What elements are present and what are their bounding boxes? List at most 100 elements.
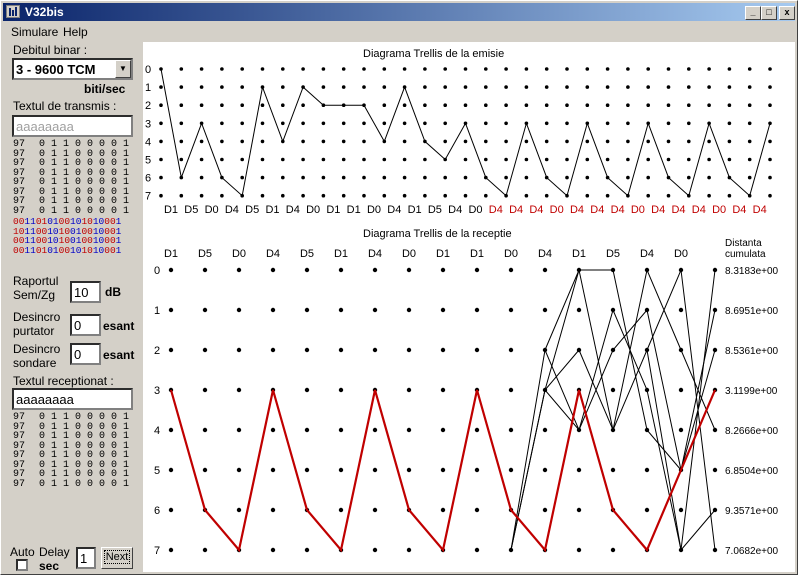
rx-trellis-node	[270, 547, 276, 553]
rx-trellis-node	[440, 347, 446, 353]
tx-trellis-node	[687, 139, 691, 144]
rx-trellis-node	[270, 467, 276, 473]
tx-symbol-label: D4	[570, 204, 584, 216]
tx-symbol-label: D1	[408, 204, 422, 216]
next-button[interactable]: Next	[101, 547, 133, 569]
menu-simulare[interactable]: Simulare	[11, 25, 58, 39]
tx-trellis-node	[524, 175, 529, 180]
rx-trellis-node	[236, 347, 242, 353]
minimize-button[interactable]: _	[745, 6, 761, 20]
rx-trellis-node	[474, 427, 480, 433]
tx-trellis-node	[321, 121, 326, 126]
tx-trellis-node	[504, 67, 508, 71]
tx-trellis-node	[443, 67, 448, 71]
rx-trellis-node	[542, 507, 548, 513]
tx-trellis-node	[423, 121, 427, 126]
tx-trellis-node	[484, 67, 488, 71]
tx-trellis-node	[260, 121, 265, 126]
tx-trellis-node	[565, 121, 569, 126]
carrier-desync-input[interactable]: 0	[70, 314, 101, 336]
rx-diagram-title: Diagrama Trellis de la receptie	[363, 228, 512, 240]
tx-trellis-node	[321, 85, 326, 89]
rx-trellis-node	[508, 307, 514, 313]
tx-trellis-node	[199, 193, 204, 198]
tx-trellis-node	[646, 193, 650, 198]
tx-symbol-label: D4	[509, 204, 523, 216]
tx-trellis-node	[687, 175, 691, 180]
tx-trellis-node	[260, 193, 265, 198]
tx-trellis-node	[402, 175, 407, 180]
rx-trellis-node	[406, 387, 412, 393]
tx-trellis-node	[220, 139, 224, 144]
tx-trellis-node	[747, 139, 752, 144]
tx-trellis-node	[321, 193, 326, 198]
tx-trellis-node	[199, 85, 204, 89]
tx-state-label: 0	[145, 64, 151, 76]
rx-trellis-node	[406, 467, 412, 473]
rx-trellis-node	[372, 547, 378, 553]
rx-trellis-node	[270, 307, 276, 313]
menu-help[interactable]: Help	[63, 25, 88, 39]
tx-trellis-node	[281, 121, 285, 126]
snr-label-line2: Sem/Zg	[13, 288, 56, 302]
rx-trellis-node	[542, 267, 548, 273]
rx-trellis-node	[304, 267, 310, 273]
maximize-button[interactable]: □	[761, 6, 777, 20]
tx-trellis-node	[747, 67, 752, 71]
rx-trellis-node	[372, 467, 378, 473]
tx-symbol-label: D4	[590, 204, 604, 216]
rx-trellis-node	[168, 547, 174, 553]
tx-trellis-node	[199, 139, 204, 144]
tx-trellis-node	[666, 85, 671, 89]
tx-trellis-node	[179, 121, 184, 126]
tx-symbol-label: D4	[732, 204, 746, 216]
trellis-svg: Diagrama Trellis de la emisie01234567D1 D…	[145, 48, 779, 557]
tx-trellis-node	[707, 67, 711, 71]
tx-trellis-node	[768, 157, 772, 162]
tx-trellis-node	[585, 85, 590, 89]
tx-trellis-node	[179, 157, 184, 162]
rx-trellis-node	[440, 387, 446, 393]
tx-trellis-node	[159, 175, 163, 180]
rx-output-value: aaaaaaaa	[16, 392, 74, 407]
rx-trellis-node	[304, 307, 310, 313]
tx-trellis-node	[260, 175, 265, 180]
tx-trellis-node	[179, 139, 184, 144]
snr-input[interactable]: 10	[70, 281, 101, 303]
tx-state-label: 4	[145, 136, 151, 148]
tx-trellis-node	[321, 157, 326, 162]
tx-trellis-node	[687, 67, 691, 71]
rx-state-label: 7	[154, 545, 160, 557]
tx-trellis-node	[544, 139, 549, 144]
delay-label: Delay	[39, 545, 70, 559]
tx-trellis-node	[646, 157, 650, 162]
rate-select[interactable]: 3 - 9600 TCM ▼	[12, 58, 133, 80]
title-bar[interactable]: V32bis _ □ x	[3, 3, 795, 21]
delay-input[interactable]: 1	[76, 547, 96, 569]
chevron-down-icon[interactable]: ▼	[115, 60, 131, 78]
carrier-label-line2: purtator	[13, 324, 55, 338]
tx-trellis-node	[199, 157, 204, 162]
tx-trellis-node	[159, 85, 163, 89]
trellis-canvas: Diagrama Trellis de la emisie 0 1 2 3 4 5 6 7 D1 D…	[143, 42, 795, 572]
tx-symbol-label: D0	[631, 204, 645, 216]
tx-trellis-node	[585, 157, 590, 162]
rx-trellis-node	[440, 467, 446, 473]
probe-desync-input[interactable]: 0	[70, 343, 101, 365]
tx-trellis-node	[504, 157, 508, 162]
tx-state-label: 3	[145, 118, 151, 130]
tx-trellis-node	[281, 157, 285, 162]
close-button[interactable]: x	[779, 6, 795, 20]
tx-trellis-node	[524, 139, 529, 144]
tx-trellis-node	[484, 157, 488, 162]
bit-stream-row: 0011010100101010001	[13, 244, 122, 256]
tx-trellis-node	[402, 139, 407, 144]
auto-checkbox[interactable]	[16, 559, 28, 571]
rx-trellis-node	[236, 507, 242, 513]
tx-trellis-node	[443, 103, 448, 107]
tx-trellis-node	[524, 85, 529, 89]
tx-trellis-node	[281, 85, 285, 89]
tx-input[interactable]: aaaaaaaa	[12, 115, 133, 137]
rx-output[interactable]: aaaaaaaa	[12, 388, 133, 410]
tx-bits-list: 97 0 1 1 0 0 0 0 1 97 0 1 1 0 0 0 0 1 97 0 1 …	[13, 140, 129, 217]
